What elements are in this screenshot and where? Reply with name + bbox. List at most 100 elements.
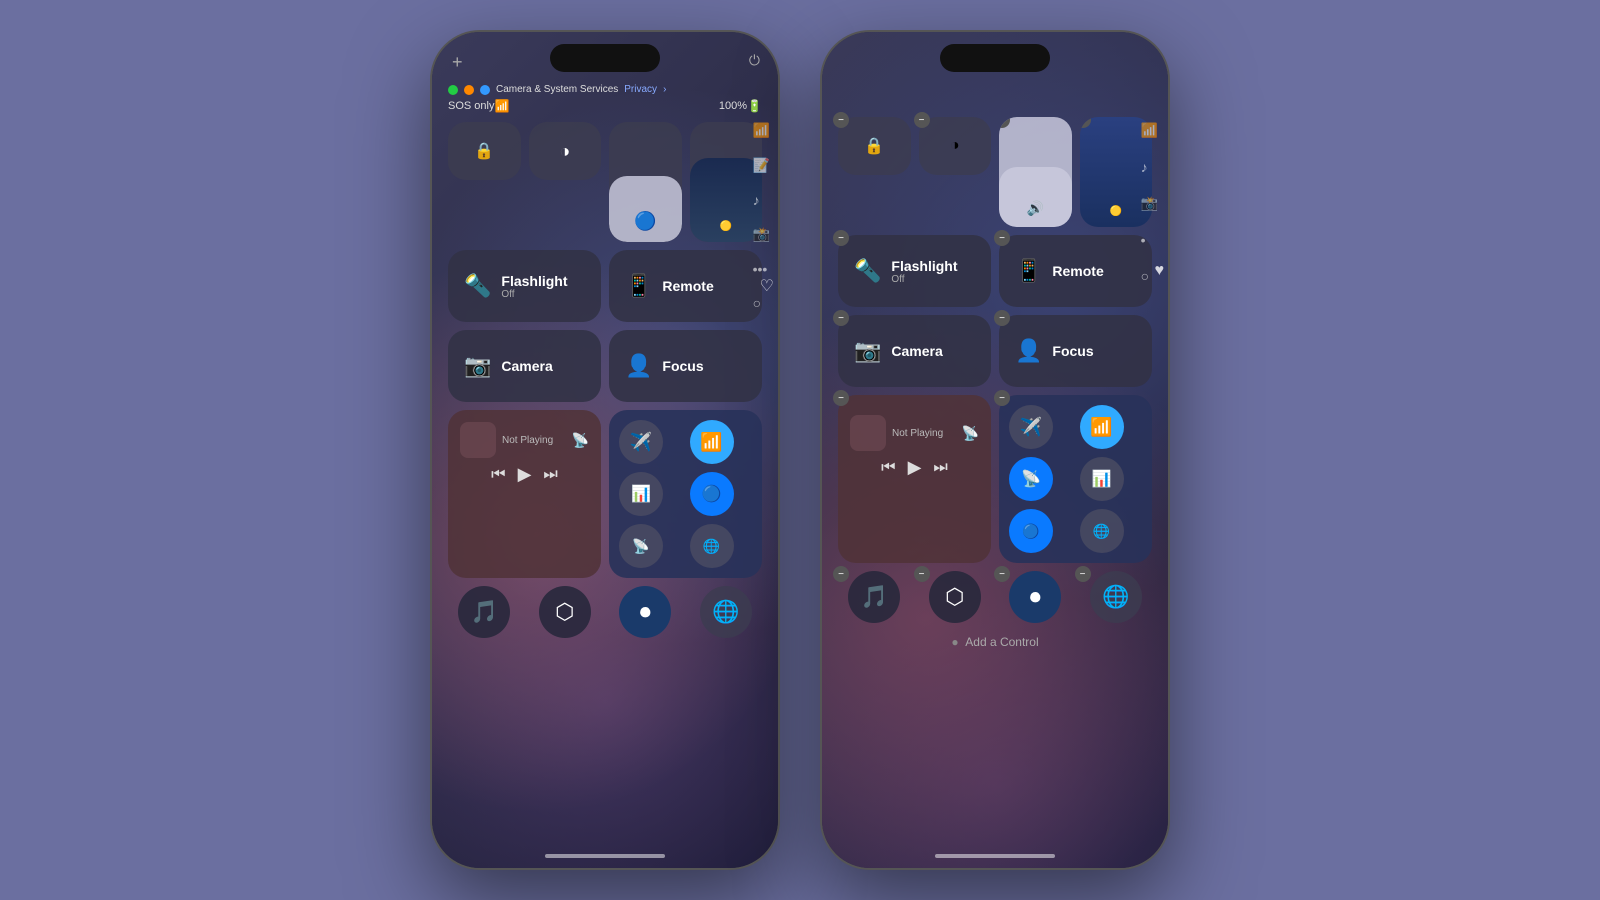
edit-camera-btn[interactable]: − 📷 Camera bbox=[838, 315, 991, 387]
minus-badge-12[interactable]: − bbox=[914, 566, 930, 582]
edit-airplay-icon[interactable]: 📡 bbox=[962, 425, 979, 442]
edit-focus-btn-2[interactable]: 🌐 bbox=[1080, 509, 1124, 553]
minus-badge-14[interactable]: − bbox=[1075, 566, 1091, 582]
edit-connectivity-grid: − ✈️ 📶 📡 📊 🔵 🌐 bbox=[999, 395, 1152, 563]
remote-icon: 📱 bbox=[625, 273, 652, 299]
edit-cellular-btn[interactable]: 📊 bbox=[1080, 457, 1124, 501]
edit-remote-label: Remote bbox=[1052, 263, 1103, 279]
edit-flashlight-sub: Off bbox=[891, 274, 957, 285]
edit-translate-btn[interactable]: 🌐 bbox=[1090, 571, 1142, 623]
edit-shazam-btn[interactable]: 🎵 bbox=[848, 571, 900, 623]
dark-mode-btn[interactable]: ◑ bbox=[529, 122, 602, 180]
edit-lock-btn[interactable]: − 🔒 bbox=[838, 117, 911, 175]
brightness-slider[interactable]: 🟡 bbox=[690, 122, 763, 242]
edit-shazam-wrap: − 🎵 bbox=[838, 571, 911, 623]
wifi-btn-2[interactable]: 📡 bbox=[619, 524, 663, 568]
minus-badge-9[interactable]: − bbox=[833, 390, 849, 406]
side2-camera-icon: 📸 bbox=[1141, 195, 1158, 212]
privacy-arrow: › bbox=[663, 84, 666, 95]
edit-rewind-btn[interactable]: ⏮ bbox=[881, 459, 895, 477]
volume-slider[interactable]: 🔊 🔵 bbox=[609, 122, 682, 242]
battery-status: 100% bbox=[719, 100, 747, 112]
airplay-icon[interactable]: 📡 bbox=[572, 432, 589, 449]
cellular-btn[interactable]: 📊 bbox=[619, 472, 663, 516]
signal-status: SOS only bbox=[448, 100, 494, 112]
translate-btn[interactable]: 🌐 bbox=[700, 586, 752, 638]
minus-badge-5[interactable]: − bbox=[833, 230, 849, 246]
side2-wireless-icon: 📶 bbox=[1141, 122, 1158, 139]
add-button[interactable]: + bbox=[452, 52, 463, 73]
bluetooth-btn[interactable]: 🔵 bbox=[690, 472, 734, 516]
edit-media-title: Not Playing bbox=[892, 428, 943, 439]
edit-wifi-btn[interactable]: 📶 bbox=[1080, 405, 1124, 449]
focus-btn-2[interactable]: 🌐 bbox=[690, 524, 734, 568]
airplane-btn[interactable]: ✈️ bbox=[619, 420, 663, 464]
edit-volume-slider[interactable]: − 🔊 bbox=[999, 117, 1072, 227]
remote-label: Remote bbox=[662, 278, 713, 294]
camera-btn[interactable]: 📷 Camera bbox=[448, 330, 601, 402]
minus-badge-2[interactable]: − bbox=[914, 112, 930, 128]
flashlight-text: Flashlight Off bbox=[501, 273, 567, 300]
forward-btn[interactable]: ⏭ bbox=[543, 466, 557, 484]
edit-media-row: − Not Playing 📡 ⏮ ▶ ⏭ − ✈️ 📶 📡 📊 🔵 bbox=[838, 395, 1152, 563]
battery-icon: 🔋 bbox=[747, 99, 762, 113]
remote-btn[interactable]: 📱 Remote bbox=[609, 250, 762, 322]
focus-label: Focus bbox=[662, 358, 703, 374]
play-btn[interactable]: ▶ bbox=[518, 464, 532, 485]
record-btn[interactable]: ⏺ bbox=[619, 586, 671, 638]
add-control-row[interactable]: ● Add a Control bbox=[838, 635, 1152, 649]
minus-badge-10[interactable]: − bbox=[994, 390, 1010, 406]
shazam-btn[interactable]: 🎵 bbox=[458, 586, 510, 638]
edit-wifi-btn-2[interactable]: 📡 bbox=[1009, 457, 1053, 501]
edit-lock-icon: 🔒 bbox=[864, 136, 884, 156]
focus-btn[interactable]: 👤 Focus bbox=[609, 330, 762, 402]
flashlight-icon: 🔦 bbox=[464, 273, 491, 299]
status-row: SOS only 📶 100% 🔋 bbox=[448, 99, 762, 113]
minus-badge-13[interactable]: − bbox=[994, 566, 1010, 582]
edit-forward-btn[interactable]: ⏭ bbox=[933, 459, 947, 477]
minus-badge-7[interactable]: − bbox=[833, 310, 849, 326]
edit-media-player[interactable]: − Not Playing 📡 ⏮ ▶ ⏭ bbox=[838, 395, 991, 563]
camera-dot bbox=[448, 85, 458, 95]
rewind-btn[interactable]: ⏮ bbox=[491, 466, 505, 484]
edit-layers-btn[interactable]: ⬡ bbox=[929, 571, 981, 623]
side-music-icon: ♪ bbox=[753, 192, 770, 208]
edit-record-wrap: − ⏺ bbox=[999, 571, 1072, 623]
rotation-lock-btn[interactable]: 🔒 bbox=[448, 122, 521, 180]
side2-circle-icon: ○ bbox=[1141, 268, 1158, 284]
minus-badge-6[interactable]: − bbox=[994, 230, 1010, 246]
side-circle-icon: ○ bbox=[753, 295, 770, 311]
add-control-label[interactable]: Add a Control bbox=[965, 635, 1038, 649]
edit-dark-btn[interactable]: − ◑ bbox=[919, 117, 992, 175]
layers-btn[interactable]: ⬡ bbox=[539, 586, 591, 638]
flashlight-remote-row: 🔦 Flashlight Off 📱 Remote ♡ bbox=[448, 250, 762, 322]
bright-dot-2: 🟡 bbox=[1110, 206, 1122, 217]
edit-airplane-btn[interactable]: ✈️ bbox=[1009, 405, 1053, 449]
edit-top-controls: − 🔒 − ◑ − 🔊 − 🟡 bbox=[838, 117, 1152, 227]
edit-remote-btn[interactable]: − 📱 Remote bbox=[999, 235, 1152, 307]
edit-record-btn[interactable]: ⏺ bbox=[1009, 571, 1061, 623]
vol-icon-2: 🔊 bbox=[1027, 200, 1044, 217]
edit-play-btn[interactable]: ▶ bbox=[908, 457, 922, 478]
edit-bluetooth-btn[interactable]: 🔵 bbox=[1009, 509, 1053, 553]
power-icon[interactable]: ⏻ bbox=[749, 52, 760, 69]
minus-badge-4[interactable]: − bbox=[1080, 117, 1091, 128]
edit-flashlight-btn[interactable]: − 🔦 Flashlight Off bbox=[838, 235, 991, 307]
side-notes-icon: 📝 bbox=[753, 157, 770, 174]
minus-badge-1[interactable]: − bbox=[833, 112, 849, 128]
volume-level-dot: 🔵 bbox=[634, 211, 656, 232]
wifi-btn[interactable]: 📶 bbox=[690, 420, 734, 464]
edit-media-controls: ⏮ ▶ ⏭ bbox=[850, 457, 979, 478]
side-icons-2: 📶 ♪ 📸 • ○ bbox=[1141, 122, 1158, 284]
media-player[interactable]: Not Playing 📡 ⏮ ▶ ⏭ bbox=[448, 410, 601, 578]
edit-focus-btn[interactable]: − 👤 Focus bbox=[999, 315, 1152, 387]
minus-badge-3[interactable]: − bbox=[999, 117, 1010, 128]
camera-icon: 📷 bbox=[464, 353, 491, 379]
minus-badge-11[interactable]: − bbox=[833, 566, 849, 582]
privacy-link[interactable]: Privacy bbox=[624, 84, 657, 95]
flashlight-btn[interactable]: 🔦 Flashlight Off bbox=[448, 250, 601, 322]
side-dots-icon: ••• bbox=[753, 261, 770, 277]
minus-badge-8[interactable]: − bbox=[994, 310, 1010, 326]
camera-focus-row: 📷 Camera 👤 Focus bbox=[448, 330, 762, 402]
top-controls: 🔒 ◑ 🔊 🔵 🟡 bbox=[448, 122, 762, 242]
